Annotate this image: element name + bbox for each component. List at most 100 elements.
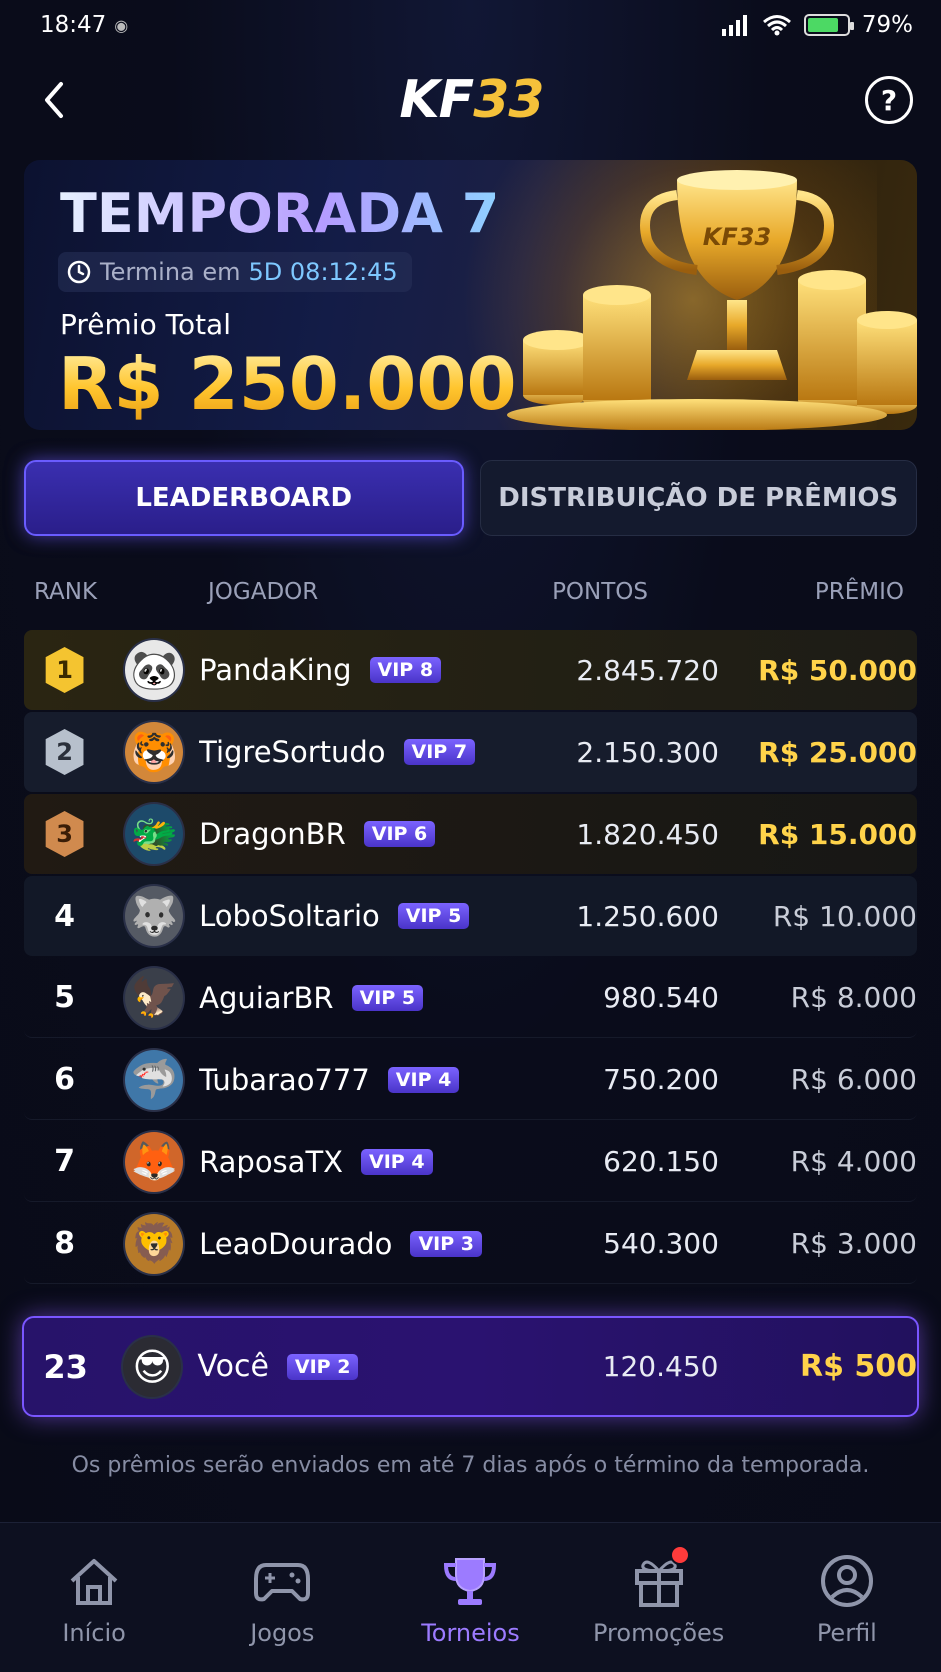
rank-cell: 1 xyxy=(24,647,105,693)
avatar: 🦁 xyxy=(123,1211,186,1276)
nav-label: Jogos xyxy=(250,1619,315,1647)
clock-icon xyxy=(67,260,91,284)
table-row[interactable]: 4 🐺 LoboSoltario VIP 5 1.250.600 R$ 10.0… xyxy=(24,876,917,956)
player-prize: R$ 25.000 xyxy=(758,735,917,769)
app-logo: KF 33 xyxy=(399,70,544,130)
player-prize: R$ 3.000 xyxy=(790,1227,917,1260)
player-name: LoboSoltario xyxy=(199,899,380,933)
battery-icon xyxy=(803,14,854,36)
leaderboard-list: 1 🐼 PandaKing VIP 8 2.845.720 R$ 50.000 … xyxy=(24,630,917,1286)
vip-badge: VIP 4 xyxy=(361,1148,433,1175)
player-name: LeaoDourado xyxy=(199,1226,393,1261)
header-points: PONTOS xyxy=(552,579,648,605)
player-points: 2.845.720 xyxy=(576,653,719,687)
tab-leaderboard[interactable]: LEADERBOARD xyxy=(24,460,464,536)
player-points: 1.250.600 xyxy=(576,899,719,933)
rank-badge: 1 xyxy=(45,647,84,693)
player-cell: LeaoDourado VIP 3 xyxy=(199,1227,528,1261)
nav-promotions[interactable]: Promoções xyxy=(574,1545,744,1647)
status-bar: 18:47 ◉ 79% xyxy=(0,0,941,50)
nav-label: Início xyxy=(62,1619,126,1647)
rank-cell: 7 xyxy=(24,1144,105,1179)
prize-label: Prêmio Total xyxy=(60,308,231,341)
app-header: KF 33 ? xyxy=(0,56,941,144)
table-header: RANK JOGADOR PONTOS PRÊMIO xyxy=(34,572,904,612)
rank-cell: 3 xyxy=(24,811,105,857)
header-player: JOGADOR xyxy=(208,579,319,605)
player-prize: R$ 6.000 xyxy=(790,1063,917,1096)
table-row[interactable]: 3 🐲 DragonBR VIP 6 1.820.450 R$ 15.000 xyxy=(24,794,917,874)
table-row[interactable]: 5 🦅 AguiarBR VIP 5 980.540 R$ 8.000 xyxy=(24,958,917,1038)
vip-badge: VIP 5 xyxy=(351,984,424,1011)
notification-dot xyxy=(669,1545,690,1565)
vip-badge: VIP 8 xyxy=(369,657,442,683)
player-name: RaposaTX xyxy=(199,1144,344,1179)
table-row[interactable]: 6 🦈 Tubarao777 VIP 4 750.200 R$ 6.000 xyxy=(24,1040,917,1120)
player-points: 1.820.450 xyxy=(576,817,719,851)
table-row[interactable]: 7 🦊 RaposaTX VIP 4 620.150 R$ 4.000 xyxy=(24,1122,917,1202)
avatar: 🐲 xyxy=(123,802,186,866)
player-name: AguiarBR xyxy=(199,980,334,1015)
help-button[interactable]: ? xyxy=(864,76,913,124)
my-points: 120.450 xyxy=(602,1350,719,1383)
prize-note: Os prêmios serão enviados em até 7 dias … xyxy=(71,1453,870,1478)
season-banner: KF33 TEMPORADA 7 Termina em 5D 08:12:45 … xyxy=(24,160,917,430)
player-cell: DragonBR VIP 6 xyxy=(199,817,528,851)
rank-cell: 8 xyxy=(24,1226,105,1261)
avatar: 😎 xyxy=(121,1334,184,1399)
avatar: 🦊 xyxy=(123,1129,186,1194)
rank-cell: 5 xyxy=(24,980,105,1015)
player-prize: R$ 4.000 xyxy=(790,1145,917,1178)
player-name: DragonBR xyxy=(199,817,346,851)
logo-text-left: KF xyxy=(399,70,474,130)
header-rank: RANK xyxy=(34,579,98,605)
player-name: PandaKing xyxy=(199,653,352,687)
player-points: 540.300 xyxy=(603,1227,719,1260)
nav-label: Promoções xyxy=(593,1619,725,1647)
player-points: 620.150 xyxy=(603,1145,719,1178)
trophy-icon xyxy=(444,1558,497,1605)
ends-value: 5D 08:12:45 xyxy=(248,258,398,286)
my-prize: R$ 500 xyxy=(799,1349,918,1384)
app-screen: 18:47 ◉ 79% KF 33 ? KF33 TEMPORADA 7 Ter… xyxy=(0,0,941,1672)
wifi-icon xyxy=(762,15,791,36)
rank-number: 6 xyxy=(54,1062,76,1097)
logo-text-right: 33 xyxy=(473,70,544,130)
nav-games[interactable]: Jogos xyxy=(197,1551,367,1647)
avatar: 🐯 xyxy=(123,720,186,784)
rank-badge: 2 xyxy=(45,729,84,775)
table-row[interactable]: 2 🐯 TigreSortudo VIP 7 2.150.300 R$ 25.0… xyxy=(24,712,917,792)
season-timer: Termina em 5D 08:12:45 xyxy=(58,252,412,292)
table-row[interactable]: 1 🐼 PandaKing VIP 8 2.845.720 R$ 50.000 xyxy=(24,630,917,710)
nav-tournaments[interactable]: Torneios xyxy=(385,1551,555,1647)
tab-prize-distribution[interactable]: DISTRIBUIÇÃO DE PRÊMIOS xyxy=(479,460,917,536)
player-prize: R$ 8.000 xyxy=(790,981,917,1014)
tab-bar: LEADERBOARD DISTRIBUIÇÃO DE PRÊMIOS xyxy=(24,460,917,536)
nav-home[interactable]: Início xyxy=(9,1551,179,1647)
back-button[interactable] xyxy=(30,76,78,124)
vip-badge: VIP 5 xyxy=(397,903,470,929)
trophy-text: KF33 xyxy=(703,223,771,251)
my-rank-row[interactable]: 23 😎 Você VIP 2 120.450 R$ 500 xyxy=(22,1316,919,1417)
season-title: TEMPORADA 7 xyxy=(60,182,500,245)
player-cell: RaposaTX VIP 4 xyxy=(199,1145,528,1179)
rank-badge: 3 xyxy=(45,811,84,857)
vip-badge: VIP 3 xyxy=(410,1230,482,1257)
user-icon xyxy=(820,1555,873,1607)
nav-profile[interactable]: Perfil xyxy=(762,1551,932,1647)
chevron-left-icon xyxy=(45,82,63,118)
vip-badge: VIP 4 xyxy=(387,1066,460,1093)
vip-badge: VIP 2 xyxy=(286,1353,359,1380)
sync-icon: ◉ xyxy=(114,15,129,35)
avatar: 🦅 xyxy=(123,965,186,1030)
trophy-coins-image: KF33 xyxy=(507,170,917,430)
player-cell: TigreSortudo VIP 7 xyxy=(199,735,528,769)
table-row[interactable]: 8 🦁 LeaoDourado VIP 3 540.300 R$ 3.000 xyxy=(24,1204,917,1284)
avatar: 🐺 xyxy=(123,884,186,948)
my-rank: 23 xyxy=(43,1347,88,1386)
player-points: 2.150.300 xyxy=(576,735,719,769)
rank-number: 8 xyxy=(54,1226,76,1261)
status-time: 18:47 xyxy=(40,12,107,38)
player-cell: LoboSoltario VIP 5 xyxy=(199,899,528,933)
player-name: Tubarao777 xyxy=(199,1062,370,1097)
